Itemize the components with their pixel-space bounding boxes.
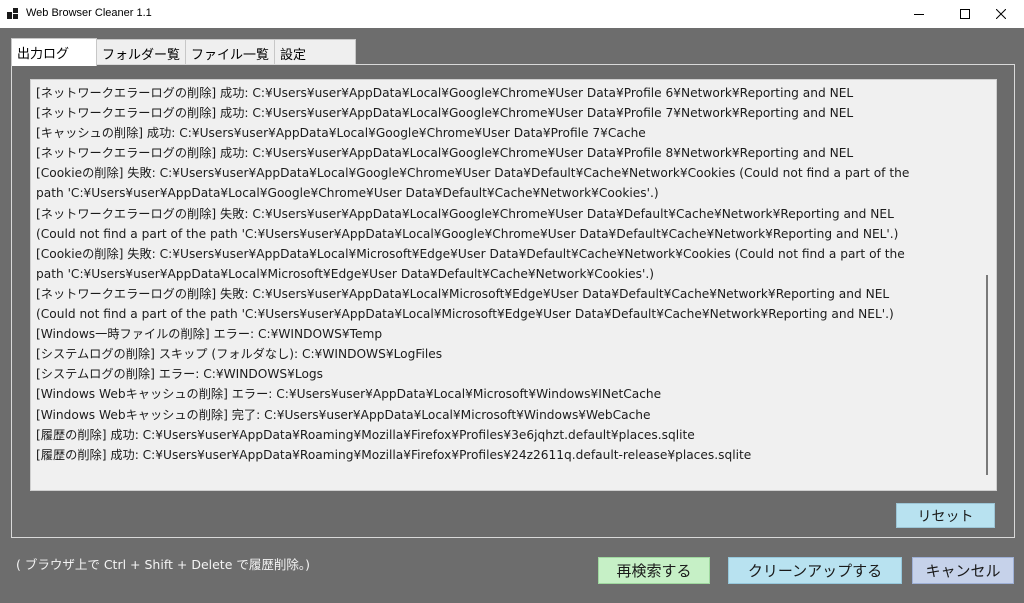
log-line: [ネットワークエラーログの削除] 成功: C:¥Users¥user¥AppDa…: [36, 83, 961, 103]
log-lines: [ネットワークエラーログの削除] 成功: C:¥Users¥user¥AppDa…: [36, 83, 961, 465]
log-line: [Windows一時ファイルの削除] エラー: C:¥WINDOWS¥Temp: [36, 324, 961, 344]
research-button[interactable]: 再検索する: [598, 557, 710, 584]
log-line: path 'C:¥Users¥user¥AppData¥Local¥Micros…: [36, 264, 961, 284]
tab-folder-list[interactable]: フォルダー覧: [96, 39, 186, 65]
log-line: [履歴の削除] 成功: C:¥Users¥user¥AppData¥Roamin…: [36, 445, 961, 465]
tab-settings[interactable]: 設定: [274, 39, 356, 65]
log-line: (Could not find a part of the path 'C:¥U…: [36, 224, 961, 244]
log-line: [ネットワークエラーログの削除] 失敗: C:¥Users¥user¥AppDa…: [36, 284, 961, 304]
cleanup-button[interactable]: クリーンアップする: [728, 557, 902, 584]
scrollbar-thumb[interactable]: [986, 275, 988, 475]
output-log-panel: [ネットワークエラーログの削除] 成功: C:¥Users¥user¥AppDa…: [11, 64, 1015, 538]
cancel-button[interactable]: キャンセル: [912, 557, 1014, 584]
log-line: [キャッシュの削除] 成功: C:¥Users¥user¥AppData¥Loc…: [36, 123, 961, 143]
log-line: (Could not find a part of the path 'C:¥U…: [36, 304, 961, 324]
log-line: path 'C:¥Users¥user¥AppData¥Local¥Google…: [36, 183, 961, 203]
window-title: Web Browser Cleaner 1.1: [26, 7, 152, 19]
title-bar: Web Browser Cleaner 1.1: [0, 0, 1024, 28]
close-icon: [996, 9, 1006, 19]
app-grid-icon: [7, 8, 20, 19]
log-line: [システムログの削除] エラー: C:¥WINDOWS¥Logs: [36, 364, 961, 384]
log-line: [ネットワークエラーログの削除] 成功: C:¥Users¥user¥AppDa…: [36, 143, 961, 163]
reset-button[interactable]: リセット: [896, 503, 995, 528]
minimize-icon: [914, 9, 924, 19]
shortcut-hint: ( ブラウザ上で Ctrl + Shift + Delete で履歴削除。): [16, 554, 310, 573]
tab-output-log[interactable]: 出力ログ: [11, 38, 97, 66]
log-line: [Cookieの削除] 失敗: C:¥Users¥user¥AppData¥Lo…: [36, 163, 961, 183]
minimize-button[interactable]: [896, 0, 942, 28]
tab-file-list[interactable]: ファイル一覧: [185, 39, 275, 65]
vertical-scrollbar[interactable]: [981, 83, 993, 487]
log-line: [Windows Webキャッシュの削除] 完了: C:¥Users¥user¥…: [36, 405, 961, 425]
close-button[interactable]: [978, 0, 1024, 28]
log-line: [ネットワークエラーログの削除] 成功: C:¥Users¥user¥AppDa…: [36, 103, 961, 123]
log-line: [Cookieの削除] 失敗: C:¥Users¥user¥AppData¥Lo…: [36, 244, 961, 264]
log-line: [システムログの削除] スキップ (フォルダなし): C:¥WINDOWS¥Lo…: [36, 344, 961, 364]
log-line: [ネットワークエラーログの削除] 失敗: C:¥Users¥user¥AppDa…: [36, 204, 961, 224]
log-line: [Windows Webキャッシュの削除] エラー: C:¥Users¥user…: [36, 384, 961, 404]
log-textbox[interactable]: [ネットワークエラーログの削除] 成功: C:¥Users¥user¥AppDa…: [30, 79, 997, 491]
log-line: [履歴の削除] 成功: C:¥Users¥user¥AppData¥Roamin…: [36, 425, 961, 445]
maximize-icon: [960, 9, 970, 19]
